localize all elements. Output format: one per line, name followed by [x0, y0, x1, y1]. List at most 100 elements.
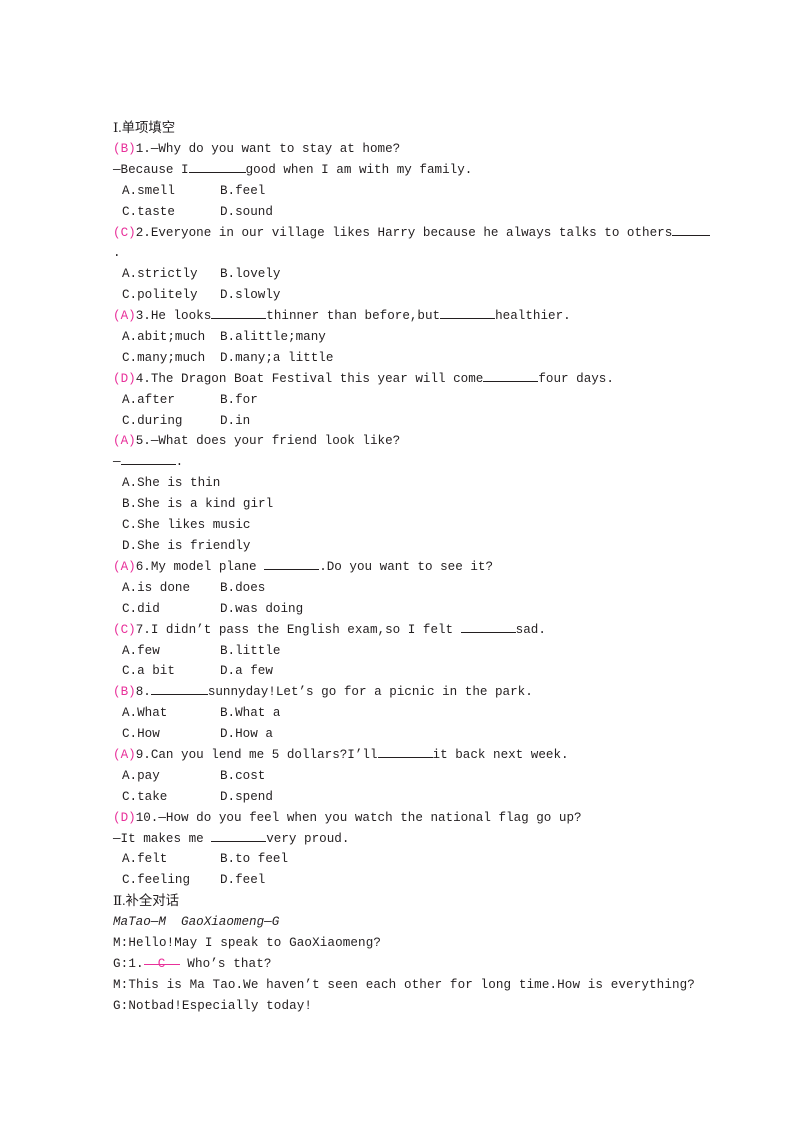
option-c[interactable]: C.during	[122, 411, 182, 432]
option-d[interactable]: D.spend	[220, 787, 273, 808]
question-10-options-row-1: A.felt B.to feel	[113, 849, 713, 870]
option-d[interactable]: D.sound	[220, 202, 273, 223]
option-a[interactable]: A.few	[122, 641, 160, 662]
question-2-options-row-1: A.strictly B.lovely	[113, 264, 713, 285]
option-a[interactable]: A.She is thin	[113, 473, 713, 494]
question-4-pre: The Dragon Boat Festival this year will …	[150, 371, 484, 386]
question-1-options-row-1: A.smell B.feel	[113, 181, 713, 202]
option-c[interactable]: C.She likes music	[113, 515, 713, 536]
question-7-pre: I didn’t pass the English exam,so I felt	[150, 622, 461, 637]
option-c[interactable]: C.take	[122, 787, 167, 808]
question-8-options-row-2: C.How D.How a	[113, 724, 713, 745]
dialogue-line-3: M:This is Ma Tao.We haven’t seen each ot…	[113, 977, 695, 992]
question-5-post: .	[175, 455, 184, 470]
answer-blank[interactable]	[264, 559, 320, 570]
option-d[interactable]: D.a few	[220, 661, 273, 682]
answer-blank[interactable]	[460, 621, 516, 633]
answer-blank[interactable]	[211, 830, 267, 842]
option-b[interactable]: B.What a	[220, 703, 280, 724]
option-a[interactable]: A.is done	[122, 578, 190, 599]
option-c[interactable]: C.many;much	[122, 348, 205, 369]
option-b[interactable]: B.cost	[220, 766, 265, 787]
option-a[interactable]: A.pay	[122, 766, 160, 787]
question-4-stem: (D)4.The Dragon Boat Festival this year …	[113, 369, 713, 390]
question-1-stem-pre: —Because I	[113, 162, 189, 177]
question-3-mid: thinner than before,but	[266, 309, 441, 324]
question-1-stem-line2: —Because I good when I am with my family.	[113, 160, 713, 181]
question-7-post: sad.	[515, 622, 546, 637]
option-c[interactable]: C.did	[122, 599, 160, 620]
question-8-post: sunnyday!Let’s go for a picnic in the pa…	[207, 685, 533, 700]
worksheet-content: Ⅰ.单项填空 (B)1.—Why do you want to stay at …	[113, 118, 713, 1017]
question-1-number: 1.	[135, 141, 151, 156]
answer-blank[interactable]	[377, 747, 433, 758]
dialogue-answer-blank[interactable]: C	[143, 954, 180, 971]
question-1-options-row-2: C.taste D.sound	[113, 202, 713, 223]
option-b[interactable]: B.does	[220, 578, 265, 599]
answer-blank[interactable]	[211, 308, 267, 320]
question-3-pre: He looks	[150, 309, 212, 324]
question-3-post: healthier.	[495, 309, 571, 324]
option-c[interactable]: C.How	[122, 724, 160, 745]
page-canvas: Ⅰ.单项填空 (B)1.—Why do you want to stay at …	[0, 0, 800, 1132]
option-d[interactable]: D.many;a little	[220, 348, 333, 369]
option-d[interactable]: D.slowly	[220, 285, 280, 306]
option-b[interactable]: B.feel	[220, 181, 265, 202]
question-9-options-row-1: A.pay B.cost	[113, 766, 713, 787]
option-c[interactable]: C.feeling	[122, 870, 190, 891]
option-b[interactable]: B.lovely	[220, 264, 280, 285]
section-heading-1: Ⅰ.单项填空	[113, 120, 176, 135]
answer-blank[interactable]	[150, 684, 208, 696]
question-5-text: —What does your friend look like?	[150, 434, 401, 449]
question-5-stem: (A)5.—What does your friend look like?	[113, 431, 713, 452]
question-6-pre: My model plane	[150, 559, 265, 574]
option-c[interactable]: C.a bit	[122, 661, 175, 682]
answer-blank[interactable]	[483, 370, 539, 382]
question-9-post: it back next week.	[432, 747, 569, 762]
option-a[interactable]: A.felt	[122, 849, 167, 870]
option-b[interactable]: B.alittle;many	[220, 327, 326, 348]
question-4-options-row-2: C.during D.in	[113, 411, 713, 432]
option-d[interactable]: D.was doing	[220, 599, 303, 620]
option-d[interactable]: D.feel	[220, 870, 265, 891]
question-10-options-row-2: C.feeling D.feel	[113, 870, 713, 891]
question-3-options-row-1: A.abit;much B.alittle;many	[113, 327, 713, 348]
question-7-options-row-1: A.few B.little	[113, 641, 713, 662]
section-heading-2: Ⅱ.补全对话	[113, 893, 180, 909]
question-6-stem: (A)6.My model plane .Do you want to see …	[113, 557, 713, 578]
option-a[interactable]: A.after	[122, 390, 175, 411]
question-6-post: .Do you want to see it?	[319, 559, 494, 574]
option-b[interactable]: B.for	[220, 390, 258, 411]
dialogue-line-4: G:Notbad!Especially today!	[113, 998, 313, 1013]
dialogue-line-1: M:Hello!May I speak to GaoXiaomeng?	[113, 936, 382, 951]
option-d[interactable]: D.in	[220, 411, 250, 432]
dialogue-speakers-note: MaTao—M GaoXiaomeng—G	[113, 915, 280, 930]
answer-blank[interactable]	[672, 224, 711, 236]
option-a[interactable]: A.abit;much	[122, 327, 205, 348]
option-c[interactable]: C.taste	[122, 202, 175, 223]
option-a[interactable]: A.strictly	[122, 264, 198, 285]
option-b[interactable]: B.little	[220, 641, 280, 662]
option-a[interactable]: A.What	[122, 703, 167, 724]
option-c[interactable]: C.politely	[122, 285, 198, 306]
answer-blank[interactable]	[440, 308, 496, 320]
option-a[interactable]: A.smell	[122, 181, 175, 202]
option-b[interactable]: B.She is a kind girl	[113, 494, 713, 515]
question-6-options-row-1: A.is done B.does	[113, 578, 713, 599]
option-b[interactable]: B.to feel	[220, 849, 288, 870]
question-10-post: very proud.	[266, 831, 350, 846]
answer-marker-1: (B)	[113, 141, 136, 156]
question-10-text: —How do you feel when you watch the nati…	[158, 810, 582, 825]
question-5-stem-line2: —.	[113, 452, 713, 473]
answer-marker-6: (A)	[113, 559, 136, 574]
question-4-post: four days.	[538, 371, 614, 386]
answer-blank[interactable]	[188, 161, 246, 173]
question-9-stem: (A)9.Can you lend me 5 dollars?I’ll it ba…	[113, 745, 713, 766]
question-8-options-row-1: A.What B.What a	[113, 703, 713, 724]
option-d[interactable]: D.She is friendly	[113, 536, 713, 557]
dialogue-line-2-pre: G:1.	[113, 956, 144, 971]
question-3-stem: (A)3.He looks thinner than before,but heal…	[113, 306, 713, 327]
option-d[interactable]: D.How a	[220, 724, 273, 745]
question-10-stem-line2: —It makes me very proud.	[113, 829, 713, 850]
question-1-stem: (B)1.—Why do you want to stay at home?	[113, 139, 713, 160]
